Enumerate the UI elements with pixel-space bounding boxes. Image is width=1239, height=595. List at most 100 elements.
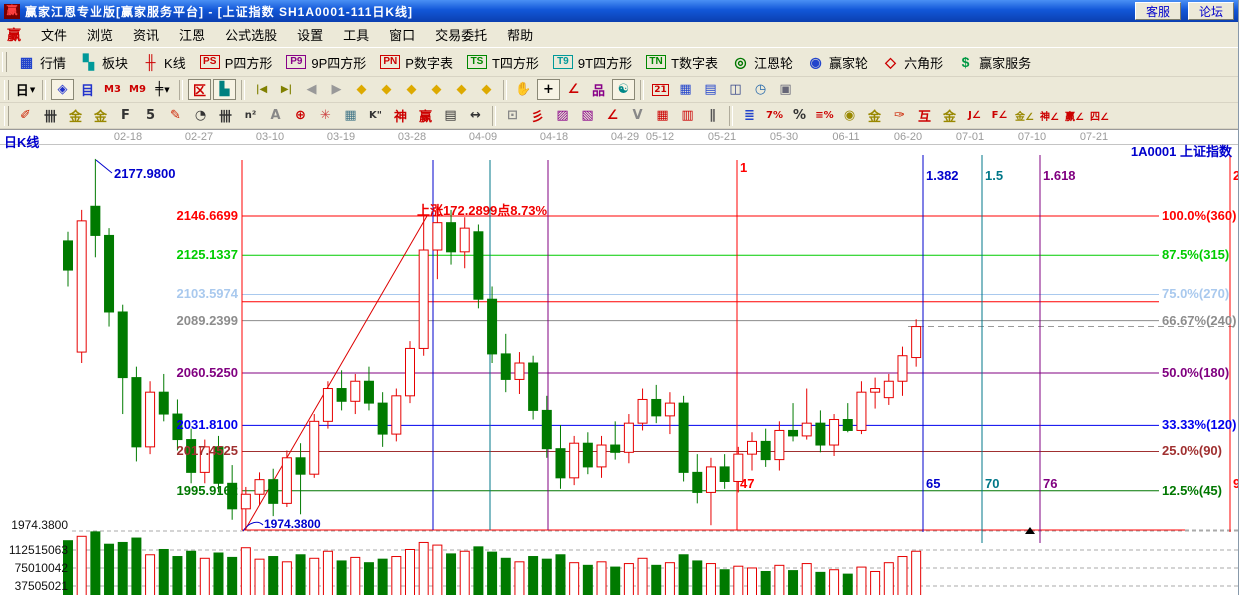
gold-box-icon[interactable]: 金 — [938, 105, 961, 126]
diamond-hsplit-icon[interactable]: ◆ — [400, 79, 423, 100]
last-bar-icon[interactable]: ▶| — [275, 79, 298, 100]
menu-item-settings[interactable]: 设置 — [287, 26, 333, 45]
p-number-button[interactable]: PNP数字表 — [373, 50, 460, 74]
shen-angle-icon[interactable]: 神∠ — [1038, 105, 1061, 126]
comb-2-icon[interactable]: 卌 — [214, 105, 237, 126]
f-comb-icon[interactable]: F — [114, 105, 137, 126]
red-grid-2-icon[interactable]: ▥ — [676, 105, 699, 126]
star-grid-icon[interactable]: ✳ — [314, 105, 337, 126]
chart-window-icon[interactable]: ◈ — [51, 79, 74, 100]
purple-grid-icon[interactable]: ▨ — [551, 105, 574, 126]
period-day-dropdown[interactable]: 日▼ — [14, 79, 37, 100]
info-panel-icon[interactable]: 目 — [76, 79, 99, 100]
gold-angle-icon[interactable]: 金∠ — [1013, 105, 1036, 126]
angle-measure-icon[interactable]: ∠ — [562, 79, 585, 100]
crosshair-tool-icon[interactable]: + — [537, 79, 560, 100]
red-grid-icon[interactable]: ▦ — [651, 105, 674, 126]
gann-shapes-icon[interactable]: 品 — [587, 79, 610, 100]
hexagon-button[interactable]: ◇六角形 — [875, 50, 950, 74]
gold-circle-icon[interactable]: ◉ — [838, 105, 861, 126]
frame-tool-icon[interactable]: ⊡ — [501, 105, 524, 126]
prev-bar-icon[interactable]: ◀ — [300, 79, 323, 100]
ying-comb-icon[interactable]: 赢 — [414, 105, 437, 126]
t-square-button-label: T四方形 — [492, 53, 539, 72]
menu-item-file[interactable]: 文件 — [31, 26, 77, 45]
t-number-button[interactable]: TNT数字表 — [639, 50, 725, 74]
a-line-icon[interactable]: A — [264, 105, 287, 126]
calendar-icon[interactable]: 21 — [649, 79, 672, 100]
k-quote-icon[interactable]: K" — [364, 105, 387, 126]
world-time-icon[interactable]: ◷ — [749, 79, 772, 100]
diamond-star-icon[interactable]: ◆ — [475, 79, 498, 100]
ruler-grid-icon[interactable]: ▤ — [439, 105, 462, 126]
v-wave-icon[interactable]: V — [626, 105, 649, 126]
smart-analyse-icon[interactable]: ☯ — [612, 79, 635, 100]
menu-item-window[interactable]: 窗口 — [379, 26, 425, 45]
gann-wheel-button[interactable]: ◎江恩轮 — [725, 50, 800, 74]
p-square-button[interactable]: PSP四方形 — [193, 50, 280, 74]
percent-line-icon[interactable]: 7% — [763, 105, 786, 126]
percent-icon[interactable]: % — [788, 105, 811, 126]
winner-service-button[interactable]: $赢家服务 — [950, 50, 1038, 74]
sectors-button[interactable]: ▚板块 — [73, 50, 135, 74]
parallel-lines-icon[interactable]: ∥ — [701, 105, 724, 126]
si-angle-icon[interactable]: 四∠ — [1088, 105, 1111, 126]
menu-item-help[interactable]: 帮助 — [497, 26, 543, 45]
gold-levels-icon[interactable]: 金 — [863, 105, 886, 126]
menu-item-browse[interactable]: 浏览 — [77, 26, 123, 45]
gold-comb-2-icon[interactable]: 金 — [89, 105, 112, 126]
t-square-button[interactable]: TST四方形 — [460, 50, 546, 74]
diamond-plus-icon[interactable]: ◆ — [450, 79, 473, 100]
menu-item-trade[interactable]: 交易委托 — [425, 26, 497, 45]
five-comb-icon[interactable]: 5 — [139, 105, 162, 126]
column-stats-icon[interactable]: ≣ — [738, 105, 761, 126]
menu-item-tools[interactable]: 工具 — [333, 26, 379, 45]
support-button[interactable]: 客服 — [1135, 2, 1181, 20]
menu-item-formula-picker[interactable]: 公式选股 — [215, 26, 287, 45]
menu-item-gann[interactable]: 江恩 — [169, 26, 215, 45]
knife-tool-icon[interactable]: ✐ — [14, 105, 37, 126]
9t-square-button[interactable]: T99T四方形 — [546, 50, 639, 74]
memo-icon[interactable]: ▤ — [699, 79, 722, 100]
menu-item-news[interactable]: 资讯 — [123, 26, 169, 45]
gann-region-icon[interactable]: 区 — [188, 79, 211, 100]
save-icon[interactable]: ◫ — [724, 79, 747, 100]
kline-button[interactable]: ╫K线 — [135, 50, 193, 74]
chart-region[interactable]: 日K线 02-1802-2703-1003-1903-2804-0904-180… — [0, 129, 1238, 595]
circle-cross-icon[interactable]: ⊕ — [289, 105, 312, 126]
time-clock-icon[interactable]: ◔ — [189, 105, 212, 126]
quotes-button[interactable]: ▦行情 — [11, 50, 73, 74]
width-arrows-icon[interactable]: ↔ — [464, 105, 487, 126]
ink-pen-icon[interactable]: ✑ — [888, 105, 911, 126]
wave-3-icon[interactable]: M3 — [101, 79, 124, 100]
color-volume-icon[interactable]: ▙ — [213, 79, 236, 100]
wave-9-icon[interactable]: M9 — [126, 79, 149, 100]
kline-chart[interactable] — [0, 130, 1238, 595]
gold-comb-icon[interactable]: 金 — [64, 105, 87, 126]
winner-wheel-button[interactable]: ◉赢家轮 — [800, 50, 875, 74]
diamond-right-icon[interactable]: ◆ — [375, 79, 398, 100]
n-square-icon[interactable]: n² — [239, 105, 262, 126]
wave-channel-icon[interactable]: 互 — [913, 105, 936, 126]
ying-angle-icon[interactable]: 赢∠ — [1063, 105, 1086, 126]
purple-grid-2-icon[interactable]: ▧ — [576, 105, 599, 126]
diamond-left-icon[interactable]: ◆ — [350, 79, 373, 100]
9p-square-button[interactable]: P99P四方形 — [279, 50, 373, 74]
hand-tool-icon[interactable]: ✋ — [512, 79, 535, 100]
forum-button[interactable]: 论坛 — [1188, 2, 1234, 20]
next-bar-icon[interactable]: ▶ — [325, 79, 348, 100]
shen-comb-icon[interactable]: 神 — [389, 105, 412, 126]
ray-fan-icon[interactable]: 彡 — [526, 105, 549, 126]
percent-levels-icon[interactable]: ≡% — [813, 105, 836, 126]
j-angle-icon[interactable]: J∠ — [963, 105, 986, 126]
diamond-cross-icon[interactable]: ◆ — [425, 79, 448, 100]
print-icon[interactable]: ▣ — [774, 79, 797, 100]
grid-comb-icon[interactable]: 卌 — [39, 105, 62, 126]
first-bar-icon[interactable]: |◀ — [250, 79, 273, 100]
marker-pen-icon[interactable]: ✎ — [164, 105, 187, 126]
candle-style-dropdown[interactable]: ╪▼ — [151, 79, 174, 100]
angle-fan-icon[interactable]: ∠ — [601, 105, 624, 126]
calculator-icon[interactable]: ▦ — [674, 79, 697, 100]
box-grid-icon[interactable]: ▦ — [339, 105, 362, 126]
f-angle-icon[interactable]: F∠ — [988, 105, 1011, 126]
